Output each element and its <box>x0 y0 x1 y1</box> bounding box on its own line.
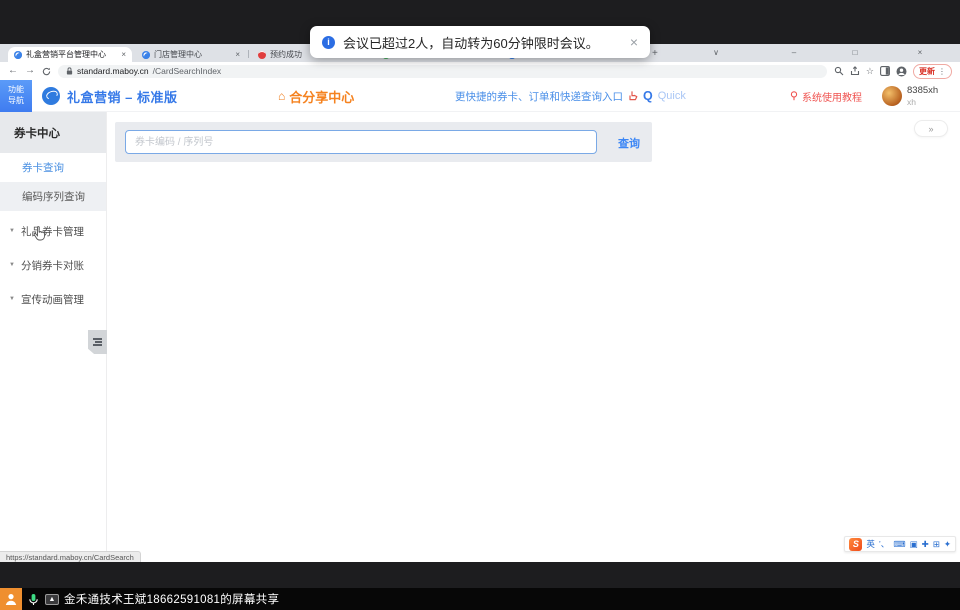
menu-lines-icon <box>93 337 102 348</box>
search-button[interactable]: 查询 <box>618 135 640 151</box>
meeting-toast: i 会议已超过2人，自动转为60分钟限时会议。 × <box>310 26 650 58</box>
warehouse-icon: ⌂ <box>278 89 285 103</box>
url-omnibox[interactable]: standard.maboy.cn/CardSearchIndex <box>58 65 827 78</box>
ime-lang-icon[interactable]: 英 <box>866 540 875 549</box>
sidebar-section-title: 券卡中心 <box>0 112 106 153</box>
info-icon: i <box>322 36 335 49</box>
panel-collapse-button[interactable]: » <box>914 120 948 137</box>
share-icon[interactable] <box>850 66 860 76</box>
main-content: 查询 » S 英 ’、 ⌨ ▣ ✚ ⊞ ✦ <box>108 112 960 562</box>
hand-cursor-icon <box>33 226 46 241</box>
url-host: standard.maboy.cn <box>77 66 149 76</box>
ime-punctuation-icon[interactable]: ’、 <box>879 540 889 549</box>
ime-keyboard-icon[interactable]: ⌨ <box>893 540 905 549</box>
screen-share-text: 金禾通技术王斌18662591081的屏幕共享 <box>64 591 279 607</box>
sidebar-group-distribution-reconcile[interactable]: ▼ 分销券卡对账 <box>0 251 106 279</box>
ime-clipboard-icon[interactable]: ▣ <box>910 540 918 549</box>
location-pin-icon <box>790 91 798 101</box>
triangle-down-icon: ▼ <box>9 262 15 268</box>
tutorial-label: 系统使用教程 <box>802 89 862 104</box>
window-minimize-button[interactable]: – <box>784 46 804 60</box>
screen-share-icon: ▲ <box>45 594 59 605</box>
sharer-avatar-icon <box>0 588 22 610</box>
toast-close-icon[interactable]: × <box>630 35 638 49</box>
padlock-icon <box>66 67 73 75</box>
sidebar-group-gift-card-admin[interactable]: ▼ 礼品券卡管理 <box>0 217 106 245</box>
sogou-ime-toolbar[interactable]: S 英 ’、 ⌨ ▣ ✚ ⊞ ✦ <box>844 536 956 552</box>
kebab-menu-icon[interactable]: ⋮ <box>938 67 946 76</box>
reload-button[interactable] <box>42 67 51 76</box>
tab-close-icon[interactable]: × <box>235 50 240 59</box>
ime-medical-icon[interactable]: ✚ <box>922 540 929 549</box>
url-path: /CardSearchIndex <box>153 66 222 76</box>
sidebar-group-promo-animation[interactable]: ▼ 宣传动画管理 <box>0 285 106 313</box>
share-center-link[interactable]: ⌂ 合分享中心 <box>278 80 354 112</box>
quick-entry-text: 更快捷的券卡、订单和快递查询入口 <box>455 89 623 104</box>
update-label: 更新 <box>919 66 935 77</box>
sidebar-group-label: 宣传动画管理 <box>21 292 84 307</box>
brand: 礼盒营销 – 标准版 <box>42 80 177 112</box>
user-avatar <box>882 86 902 106</box>
zoom-search-icon[interactable] <box>834 66 844 76</box>
browser-window: 礼盒营销平台管理中心 × 门店管理中心 × 预约成功 × + ∨ – □ × <box>0 44 960 562</box>
triangle-down-icon: ▼ <box>9 296 15 302</box>
card-code-input[interactable] <box>125 130 597 154</box>
function-nav-toggle[interactable]: 功能 导航 <box>0 80 32 112</box>
forward-button[interactable]: → <box>25 66 35 76</box>
sidebar-group-label: 礼品券卡管理 <box>21 224 84 239</box>
user-subname: xh <box>907 97 938 107</box>
side-panel-icon[interactable] <box>880 66 890 76</box>
quick-search-q-icon: Q <box>643 89 653 103</box>
tab-separator <box>248 50 249 58</box>
sidebar-item-code-sequence-search[interactable]: 编码序列查询 <box>0 182 106 211</box>
tab-title: 门店管理中心 <box>154 49 202 60</box>
screen-share-bar: ▲ 金禾通技术王斌18662591081的屏幕共享 <box>0 588 960 610</box>
back-button[interactable]: ← <box>8 66 18 76</box>
sidebar-group-label: 分销券卡对账 <box>21 258 84 273</box>
sidebar-item-card-search[interactable]: 券卡查询 <box>0 153 106 182</box>
tab-favicon-red-icon <box>258 51 266 59</box>
toast-message: 会议已超过2人，自动转为60分钟限时会议。 <box>343 33 599 52</box>
brand-logo-icon <box>42 87 60 105</box>
pointing-hand-icon <box>628 91 638 101</box>
tab-close-icon[interactable]: × <box>121 50 126 59</box>
user-account[interactable]: 8385xh xh <box>882 80 938 112</box>
ime-grid-icon[interactable]: ⊞ <box>933 540 940 549</box>
app-body: 券卡中心 券卡查询 编码序列查询 ▼ 礼品券卡管理 ▼ 分销券卡对账 ▼ 宣传动… <box>0 112 960 562</box>
link-preview-status: https://standard.maboy.cn/CardSearch <box>0 551 141 562</box>
bookmark-star-icon[interactable]: ☆ <box>866 67 874 76</box>
brand-title: 礼盒营销 – 标准版 <box>67 87 177 106</box>
sogou-logo-icon[interactable]: S <box>849 538 862 551</box>
address-bar-actions: ☆ 更新 ⋮ <box>834 64 952 79</box>
tab-title: 预约成功 <box>270 49 302 60</box>
ime-toolbox-icon[interactable]: ✦ <box>944 540 951 549</box>
sidebar-collapse-handle[interactable] <box>88 330 107 354</box>
window-maximize-button[interactable]: □ <box>845 46 865 60</box>
tutorial-link[interactable]: 系统使用教程 <box>790 80 862 112</box>
window-close-button[interactable]: × <box>910 46 930 60</box>
card-search-panel: 查询 <box>115 122 652 162</box>
microphone-icon <box>28 593 39 606</box>
nav-toggle-line1: 功能 <box>8 85 24 96</box>
chrome-update-button[interactable]: 更新 ⋮ <box>913 64 952 79</box>
tab-favicon-blue-icon <box>142 51 150 59</box>
tab-favicon-blue-icon <box>14 51 22 59</box>
sidebar: 券卡中心 券卡查询 编码序列查询 ▼ 礼品券卡管理 ▼ 分销券卡对账 ▼ 宣传动… <box>0 112 107 562</box>
tab-search-chevron-icon[interactable]: ∨ <box>706 46 726 60</box>
new-tab-button[interactable]: + <box>652 48 658 59</box>
app-header: 功能 导航 礼盒营销 – 标准版 ⌂ 合分享中心 更快捷的券卡、订单和快递查询入… <box>0 80 960 112</box>
quick-entry[interactable]: 更快捷的券卡、订单和快递查询入口 Q Quick <box>455 80 686 112</box>
tab-gift-admin[interactable]: 礼盒营销平台管理中心 × <box>8 47 132 62</box>
username: 8385xh <box>907 85 938 96</box>
profile-avatar-icon[interactable] <box>896 66 907 77</box>
tab-title: 礼盒营销平台管理中心 <box>26 49 106 60</box>
triangle-down-icon: ▼ <box>9 228 15 234</box>
quick-label: Quick <box>658 90 686 102</box>
address-bar: ← → standard.maboy.cn/CardSearchIndex ☆ <box>0 62 960 80</box>
nav-toggle-line2: 导航 <box>8 96 24 107</box>
tab-store-admin[interactable]: 门店管理中心 × <box>136 47 246 62</box>
share-center-label: 合分享中心 <box>289 87 354 106</box>
